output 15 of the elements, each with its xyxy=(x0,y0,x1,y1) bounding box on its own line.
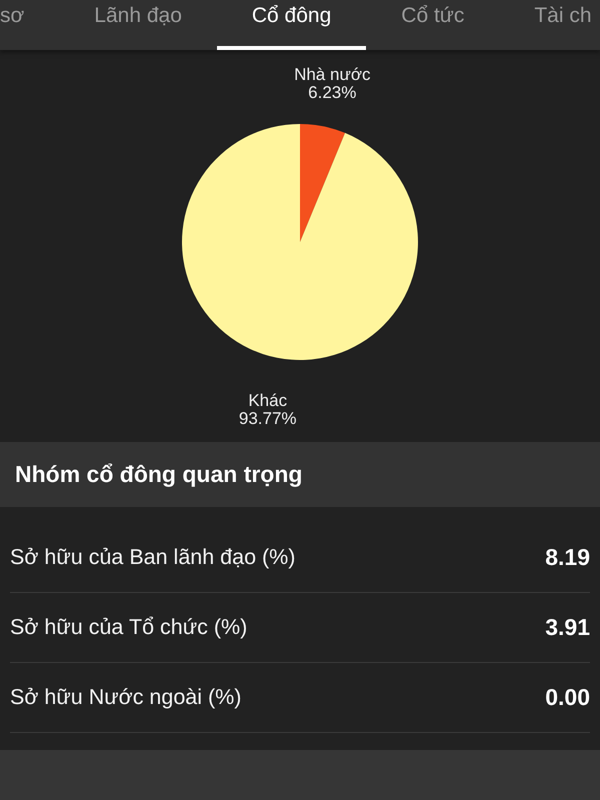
tab[interactable]: Tài ch xyxy=(499,0,592,50)
tab[interactable]: Lãnh đạo xyxy=(59,0,217,50)
section-title: Nhóm cổ đông quan trọng xyxy=(15,461,302,488)
slice-value: 93.77% xyxy=(238,408,297,428)
tab[interactable]: Cổ tức xyxy=(366,0,500,50)
slice-value: 6.23% xyxy=(308,83,356,102)
slice-label: Khác xyxy=(248,390,288,410)
tab[interactable]: sơ xyxy=(0,0,60,50)
stat-label: Sở hữu của Ban lãnh đạo (%) xyxy=(10,545,296,570)
stat-label: Sở hữu của Tổ chức (%) xyxy=(10,615,248,640)
stat-value: 0.00 xyxy=(545,684,590,711)
slice-label: Nhà nước xyxy=(294,65,370,84)
stat-value: 3.91 xyxy=(545,614,590,641)
stat-value: 8.19 xyxy=(545,544,590,571)
stat-label: Sở hữu Nước ngoài (%) xyxy=(10,685,242,710)
